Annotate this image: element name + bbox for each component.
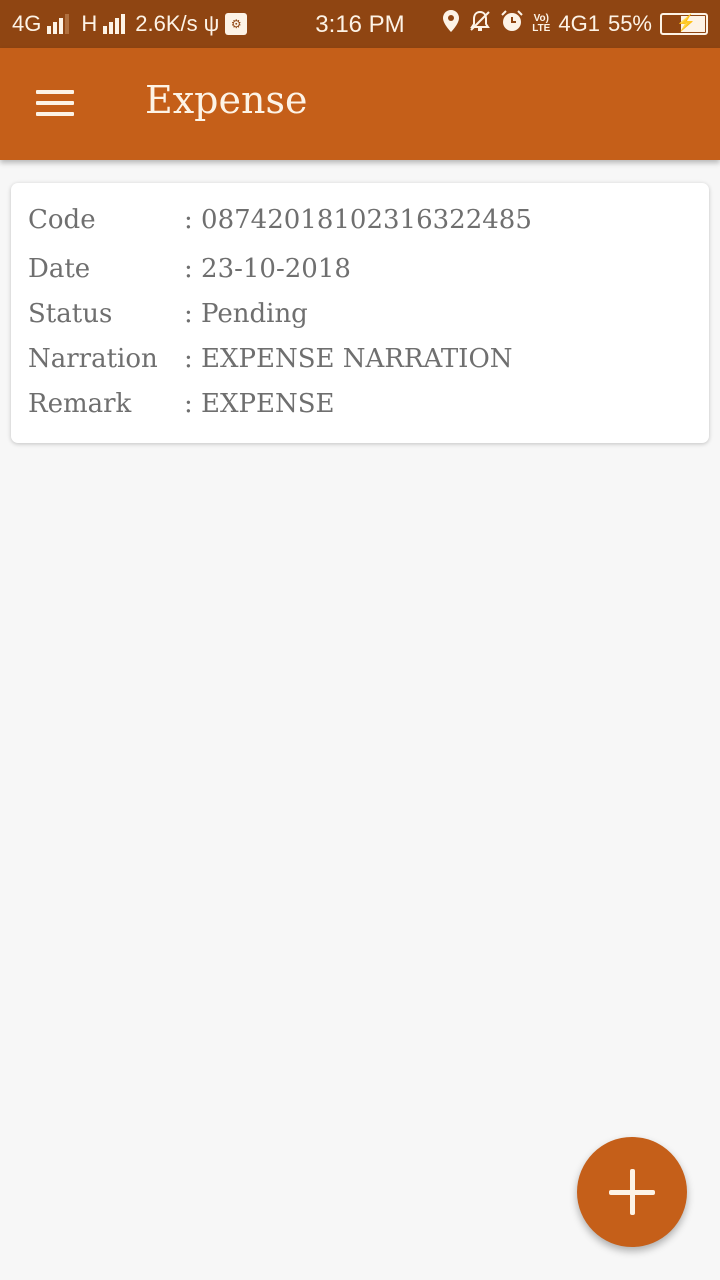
app-bar: Expense — [0, 48, 720, 160]
remark-value: : EXPENSE — [184, 389, 335, 419]
alarm-icon — [500, 9, 524, 39]
battery-charging-icon: ⚡ — [660, 13, 708, 35]
network-type-1: 4G — [12, 11, 42, 36]
signal-icon-2 — [103, 14, 126, 34]
usb-debug-icon: ⚙ — [225, 13, 248, 35]
notifications-off-icon — [468, 9, 492, 39]
code-row: Code : 08742018102316322485 — [28, 205, 532, 235]
network-speed: 2.6K/s — [135, 11, 198, 36]
status-value: : Pending — [184, 299, 308, 329]
code-label: Code — [28, 205, 96, 235]
network-type-2: H — [81, 11, 98, 36]
volte-icon: Vo) LTE — [532, 13, 551, 34]
narration-row: Narration : EXPENSE NARRATION — [28, 344, 513, 374]
usb-icon: ψ — [203, 11, 220, 36]
remark-row: Remark : EXPENSE — [28, 389, 335, 419]
status-row: Status : Pending — [28, 299, 308, 329]
add-expense-button[interactable] — [577, 1137, 687, 1247]
status-label: Status — [28, 299, 113, 329]
page-title: Expense — [145, 78, 308, 122]
code-value: : 08742018102316322485 — [184, 205, 532, 235]
location-icon — [442, 10, 460, 38]
date-row: Date : 23-10-2018 — [28, 254, 351, 284]
battery-percent: 55% — [607, 11, 652, 36]
signal-icon — [47, 14, 70, 34]
date-value: : 23-10-2018 — [184, 254, 351, 284]
hamburger-menu-icon[interactable] — [36, 88, 76, 118]
date-label: Date — [28, 254, 91, 284]
narration-label: Narration — [28, 344, 158, 374]
remark-label: Remark — [28, 389, 132, 419]
expense-card[interactable]: Code : 08742018102316322485 Date : 23-10… — [11, 183, 709, 443]
network-type-3: 4G1 — [558, 11, 600, 36]
narration-value: : EXPENSE NARRATION — [184, 344, 513, 374]
status-bar: 4G H 2.6K/s ψ ⚙ 3:16 PM Vo) LTE 4G1 55% ⚡ — [0, 0, 720, 48]
